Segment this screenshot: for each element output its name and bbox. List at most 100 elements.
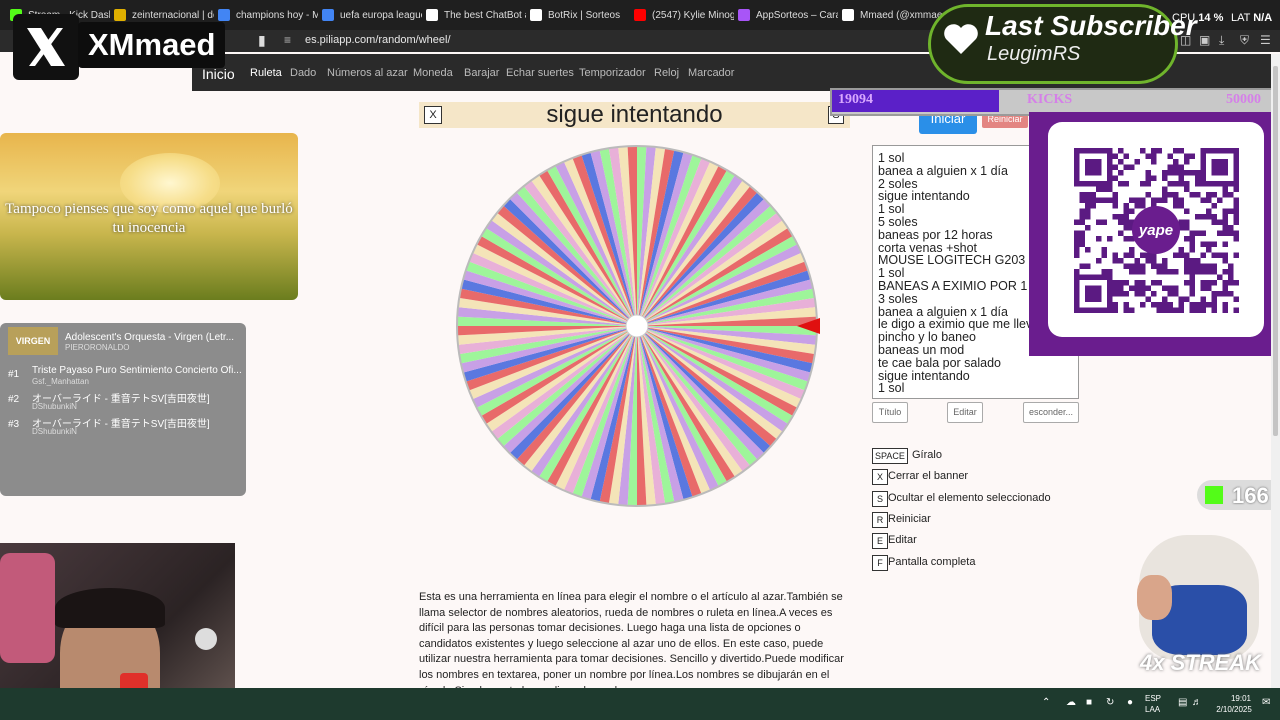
qr-module	[1200, 307, 1206, 313]
browser-tab[interactable]: The best ChatBot a	[426, 4, 526, 26]
qr-module	[1096, 186, 1102, 192]
qr-module	[1140, 263, 1146, 269]
nvidia-icon[interactable]: ■	[1086, 697, 1092, 708]
nav-link[interactable]: Ruleta	[250, 67, 282, 79]
tab-favicon-icon	[530, 9, 542, 21]
qr-module	[1173, 291, 1179, 297]
menu-icon[interactable]: ☰	[1260, 33, 1271, 47]
qr-module	[1112, 307, 1118, 313]
latency-readout: LAT N/A	[1231, 12, 1273, 24]
network-icon[interactable]: ▤	[1178, 697, 1187, 708]
qr-module	[1206, 247, 1212, 253]
qr-module	[1140, 269, 1146, 275]
qr-module	[1112, 192, 1118, 198]
lang-top[interactable]: ESP	[1145, 694, 1161, 703]
close-banner-button[interactable]: X	[424, 106, 442, 124]
browser-tab[interactable]: BotRix | Sorteos	[530, 4, 630, 26]
qr-module	[1162, 192, 1168, 198]
qr-module	[1134, 280, 1140, 286]
nav-link[interactable]: Reloj	[654, 67, 679, 79]
lang-bottom[interactable]: LAA	[1145, 705, 1160, 714]
nav-link[interactable]: Marcador	[688, 67, 734, 79]
edit-button[interactable]: Editar	[947, 402, 983, 423]
queue-number: #3	[8, 419, 20, 430]
qr-module	[1145, 258, 1151, 264]
site-settings-icon[interactable]: ≡	[284, 33, 291, 47]
qr-module	[1184, 225, 1190, 231]
shortcut-label: Cerrar el banner	[888, 470, 969, 483]
sync-icon[interactable]: ↻	[1106, 697, 1114, 708]
clock-date[interactable]: 2/10/2025	[1212, 705, 1256, 714]
qr-module	[1162, 170, 1168, 176]
qr-module	[1112, 302, 1118, 308]
qr-module	[1074, 241, 1080, 247]
clock-time[interactable]: 19:01	[1228, 694, 1254, 703]
notification-icon[interactable]: ✉	[1262, 697, 1270, 708]
browser-tab[interactable]: AppSorteos – Cara	[738, 4, 838, 26]
qr-module	[1123, 208, 1129, 214]
qr-module	[1118, 258, 1124, 264]
qr-module	[1184, 186, 1190, 192]
cloud-icon[interactable]: ☁	[1066, 697, 1076, 708]
qr-module	[1189, 192, 1195, 198]
download-icon[interactable]: ⤓	[1219, 33, 1224, 48]
qr-module	[1184, 219, 1190, 225]
qr-module	[1156, 197, 1162, 203]
tab-label: (2547) Kylie Minogu	[652, 9, 734, 21]
qr-module	[1233, 296, 1239, 302]
url-text[interactable]: es.piliapp.com/random/wheel/	[305, 34, 451, 46]
qr-module	[1134, 203, 1140, 209]
qr-module	[1101, 247, 1107, 253]
title-button[interactable]: Título	[872, 402, 908, 423]
nav-link[interactable]: Dado	[290, 67, 316, 79]
last-subscriber-name: LeugimRS	[987, 43, 1081, 65]
nav-link[interactable]: Números al azar	[327, 67, 408, 79]
spin-wheel[interactable]	[454, 143, 820, 509]
shield-icon[interactable]: ⛨	[1240, 33, 1249, 48]
nav-link[interactable]: Inicio	[202, 66, 235, 82]
qr-module	[1222, 225, 1228, 231]
qr-module	[1140, 285, 1146, 291]
tab-favicon-icon	[426, 9, 438, 21]
bookmark-icon[interactable]: ▮	[258, 32, 266, 49]
qr-module	[1217, 291, 1223, 297]
shortcut-key: S	[872, 490, 888, 507]
browser-tab[interactable]: uefa europa league	[322, 4, 422, 26]
browser-tab[interactable]: champions hoy - M	[218, 4, 318, 26]
qr-module	[1211, 203, 1217, 209]
qr-module	[1173, 148, 1179, 154]
nav-link[interactable]: Barajar	[464, 67, 499, 79]
browser-tab[interactable]: Mmaed (@xmmaed	[842, 4, 942, 26]
goal-current: 19094	[838, 92, 873, 107]
wallet-icon[interactable]: ▣	[1199, 33, 1210, 47]
nav-link[interactable]: Temporizador	[579, 67, 646, 79]
qr-module	[1233, 252, 1239, 258]
goal-target: 50000	[1226, 92, 1261, 107]
qr-module	[1206, 197, 1212, 203]
qr-module	[1222, 291, 1228, 297]
qr-module	[1096, 258, 1102, 264]
mic-icon[interactable]: ●	[1127, 697, 1133, 708]
qr-module	[1118, 291, 1124, 297]
queue-user: DShubunkiN	[32, 402, 77, 411]
qr-module	[1140, 203, 1146, 209]
hide-button[interactable]: esconder...	[1023, 402, 1079, 423]
qr-module	[1211, 219, 1217, 225]
qr-module	[1151, 291, 1157, 297]
qr-module	[1178, 302, 1184, 308]
qr-module	[1112, 175, 1118, 181]
nav-link[interactable]: Echar suertes	[506, 67, 574, 79]
qr-module	[1178, 296, 1184, 302]
scrollbar-thumb[interactable]	[1273, 66, 1278, 436]
qr-module	[1118, 170, 1124, 176]
name-entry[interactable]: 1 sol	[878, 381, 904, 395]
chevron-up-icon[interactable]: ⌃	[1042, 697, 1050, 708]
nav-link[interactable]: Moneda	[413, 67, 453, 79]
qr-module	[1206, 269, 1212, 275]
qr-module	[1173, 252, 1179, 258]
qr-module	[1145, 285, 1151, 291]
qr-module	[1195, 302, 1201, 308]
volume-icon[interactable]: ♬	[1192, 697, 1202, 708]
qr-module	[1112, 153, 1118, 159]
browser-tab[interactable]: (2547) Kylie Minogu	[634, 4, 734, 26]
